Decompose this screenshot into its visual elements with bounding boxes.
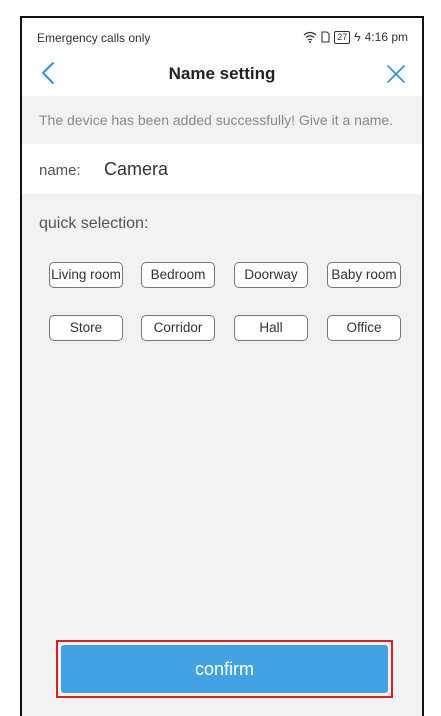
wifi-icon [303, 31, 317, 43]
quick-option-store[interactable]: Store [49, 315, 123, 341]
sim-icon [321, 31, 330, 43]
success-message: The device has been added successfully! … [22, 96, 422, 144]
quick-selection-label: quick selection: [39, 215, 149, 232]
quick-option-office[interactable]: Office [327, 315, 401, 341]
quick-option-doorway[interactable]: Doorway [234, 262, 308, 288]
clock-time: 4:16 pm [364, 30, 408, 44]
carrier-text: Emergency calls only [37, 31, 151, 45]
charging-icon: ϟ [354, 30, 361, 44]
quick-option-living-room[interactable]: Living room [49, 262, 123, 288]
phone-screen: Emergency calls only 27 ϟ 4:16 pm Name s… [20, 16, 424, 716]
nav-bar: Name setting [22, 52, 422, 96]
quick-option-bedroom[interactable]: Bedroom [141, 262, 215, 288]
battery-level: 27 [334, 30, 351, 44]
name-field-row[interactable]: name: Camera [22, 144, 422, 194]
confirm-button[interactable]: confirm [61, 645, 388, 693]
success-message-text: The device has been added successfully! … [39, 112, 394, 128]
quick-option-baby-room[interactable]: Baby room [327, 262, 401, 288]
close-icon[interactable] [384, 62, 408, 86]
confirm-highlight: confirm [56, 640, 393, 698]
quick-option-hall[interactable]: Hall [234, 315, 308, 341]
name-input[interactable]: Camera [104, 159, 168, 180]
status-icons: 27 ϟ 4:16 pm [303, 30, 408, 44]
quick-option-corridor[interactable]: Corridor [141, 315, 215, 341]
page-title: Name setting [168, 64, 276, 83]
name-label: name: [39, 162, 81, 179]
status-bar: Emergency calls only 27 ϟ 4:16 pm [22, 18, 422, 52]
